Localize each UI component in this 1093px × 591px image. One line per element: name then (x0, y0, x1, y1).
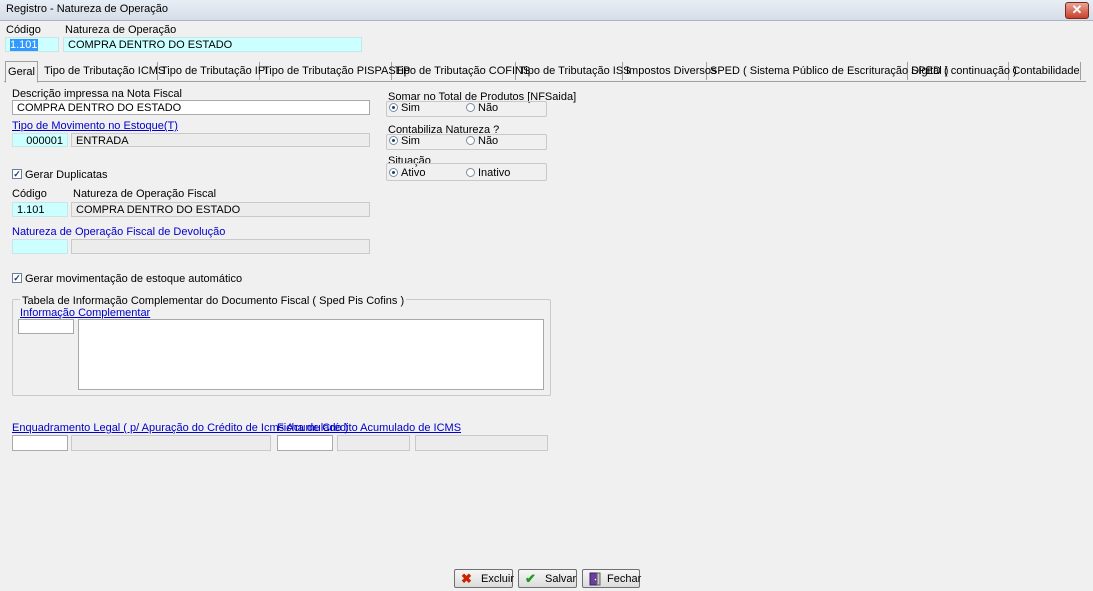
tipo-movimento-code[interactable]: 000001 (12, 133, 68, 147)
natureza-input[interactable]: COMPRA DENTRO DO ESTADO (63, 37, 362, 52)
close-icon: ✕ (1071, 2, 1083, 17)
ficha-field-3 (415, 435, 548, 451)
contabiliza-nao-radio[interactable] (466, 136, 475, 145)
devolucao-label[interactable]: Natureza de Operação Fiscal de Devolução (12, 226, 225, 238)
nat-fiscal-label: Natureza de Operação Fiscal (73, 188, 217, 200)
ficha-code[interactable] (277, 435, 333, 451)
gerar-duplicatas-checkbox[interactable]: ✓ (12, 169, 22, 179)
fechar-label: Fechar (607, 573, 642, 585)
tabela-group-label: Tabela de Informação Complementar do Doc… (20, 295, 407, 307)
door-exit-icon (589, 572, 601, 589)
tab-tributacao-pispasep[interactable]: Tipo de Tributação PISPASEP (263, 62, 410, 80)
descricao-input[interactable]: COMPRA DENTRO DO ESTADO (12, 100, 370, 115)
tab-impostos-diversos[interactable]: Impostos Diversos (626, 62, 716, 80)
situacao-ativo-label: Ativo (401, 167, 426, 179)
close-button[interactable]: ✕ (1065, 2, 1089, 19)
codigo-fiscal-label: Código (12, 188, 47, 200)
somar-sim-label: Sim (401, 102, 420, 114)
contabiliza-sim-radio[interactable] (389, 136, 398, 145)
fechar-button[interactable]: Fechar (582, 569, 642, 589)
codigo-input[interactable]: 1.101 (5, 37, 59, 52)
checkmark-icon: ✔ (525, 571, 536, 586)
codigo-fiscal-input[interactable]: 1.101 (12, 202, 68, 217)
window-title: Registro - Natureza de Operação (6, 3, 169, 15)
tab-bar: Geral Tipo de Tributação ICMS Tipo de Tr… (4, 61, 1086, 83)
tab-geral[interactable]: Geral (5, 61, 38, 83)
somar-nao-radio[interactable] (466, 103, 475, 112)
gerar-mov-label: Gerar movimentação de estoque automático (25, 273, 243, 285)
somar-nao-label: Não (478, 102, 499, 114)
somar-sim-radio[interactable] (389, 103, 398, 112)
salvar-button[interactable]: ✔ Salvar (518, 569, 577, 588)
info-complementar-code[interactable] (18, 319, 74, 334)
tab-tributacao-ipi[interactable]: Tipo de Tributação IPI (161, 62, 268, 80)
devolucao-desc (71, 239, 370, 254)
tab-tributacao-icms[interactable]: Tipo de Tributação ICMS (44, 62, 165, 80)
contabiliza-sim-label: Sim (401, 135, 420, 147)
contabiliza-nao-label: Não (478, 135, 499, 147)
tab-tributacao-iss[interactable]: Tipo de Tributação ISS (519, 62, 631, 80)
tipo-movimento-desc: ENTRADA (71, 133, 370, 147)
title-bar: Registro - Natureza de Operação ✕ (0, 0, 1093, 21)
codigo-label: Código (6, 24, 41, 36)
tab-sped-continuacao[interactable]: SPED ( continuação ) (911, 62, 1017, 80)
info-complementar-text[interactable] (78, 319, 544, 390)
situacao-inativo-label: Inativo (478, 167, 511, 179)
ficha-field-2 (337, 435, 410, 451)
excluir-button[interactable]: ✖ Excluir (454, 569, 515, 588)
situacao-ativo-radio[interactable] (389, 168, 398, 177)
tab-sped[interactable]: SPED ( Sistema Público de Escrituração D… (710, 62, 948, 80)
tab-tributacao-cofins[interactable]: Tipo de Tributação COFINS (395, 62, 530, 80)
enquadramento-desc (71, 435, 271, 451)
excluir-label: Excluir (481, 573, 515, 585)
enquadramento-code[interactable] (12, 435, 68, 451)
situacao-inativo-radio[interactable] (466, 168, 475, 177)
tipo-movimento-link[interactable]: Tipo de Movimento no Estoque(T) (12, 120, 178, 132)
salvar-label: Salvar (545, 573, 577, 585)
close-x-icon: ✖ (461, 571, 472, 586)
gerar-duplicatas-label: Gerar Duplicatas (25, 169, 108, 181)
tab-contabilidade[interactable]: Contabilidade (1012, 62, 1081, 80)
ficha-credito-link[interactable]: Ficha de Crédito Acumulado de ICMS (277, 422, 461, 434)
natureza-label: Natureza de Operação (65, 24, 177, 36)
gerar-mov-checkbox[interactable]: ✓ (12, 273, 22, 283)
info-complementar-link[interactable]: Informação Complementar (20, 307, 150, 319)
devolucao-code[interactable] (12, 239, 68, 254)
descricao-label: Descrição impressa na Nota Fiscal (12, 88, 182, 100)
nat-fiscal-desc: COMPRA DENTRO DO ESTADO (71, 202, 370, 217)
